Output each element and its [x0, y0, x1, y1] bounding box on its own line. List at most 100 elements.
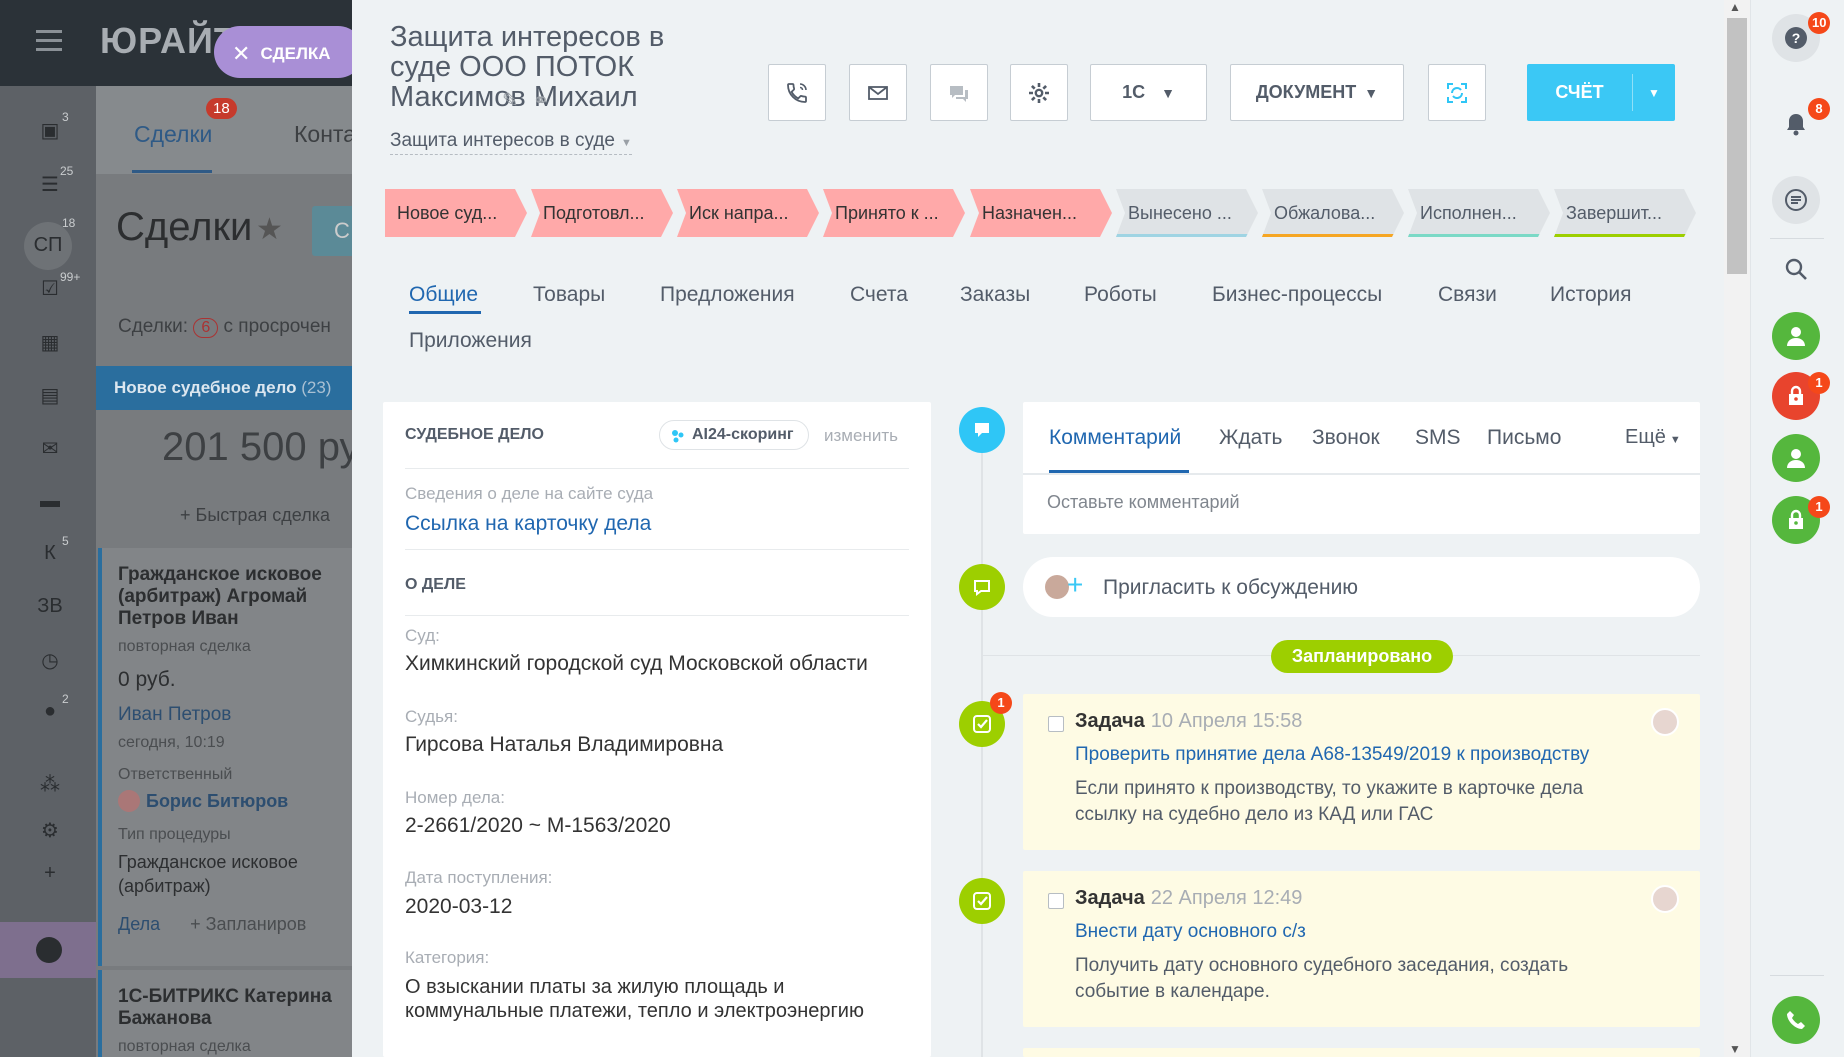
search-button[interactable] — [1772, 245, 1820, 293]
tab-products[interactable]: Товары — [533, 283, 605, 307]
bg-deal-card[interactable]: Гражданское исковое (арбитраж) Агромай П… — [98, 548, 360, 966]
check-circle-icon[interactable]: ● — [38, 700, 62, 724]
invite-discussion[interactable]: + Пригласить к обсуждению — [1023, 557, 1700, 617]
document-button[interactable]: ДОКУМЕНТ ▼ — [1230, 64, 1404, 121]
task-check-icon — [973, 892, 991, 910]
comment-input[interactable]: Оставьте комментарий — [1047, 492, 1240, 513]
stage-7[interactable]: Исполнен... — [1408, 189, 1550, 237]
editor-tab-comment[interactable]: Комментарий — [1049, 426, 1181, 450]
user-contact-1[interactable] — [1772, 312, 1820, 360]
svg-text:?: ? — [1792, 30, 1801, 46]
user-icon — [1787, 327, 1805, 346]
bg-quick-deal[interactable]: + Быстрая сделка — [180, 505, 330, 526]
user-contact-2[interactable] — [1772, 434, 1820, 482]
about-case-heading: О ДЕЛЕ — [405, 576, 466, 593]
tab-relations[interactable]: Связи — [1438, 283, 1497, 307]
avatar[interactable] — [1651, 885, 1679, 913]
invoice-button[interactable]: СЧЁТ ▼ — [1527, 64, 1675, 121]
tab-quotes[interactable]: Предложения — [660, 283, 795, 307]
stage-8[interactable]: Завершит... — [1554, 189, 1696, 237]
bg-tab-deals[interactable]: Сделки — [134, 121, 212, 148]
settings-button[interactable] — [1010, 64, 1068, 121]
tab-business-processes[interactable]: Бизнес-процессы — [1212, 283, 1382, 307]
tab-general[interactable]: Общие — [409, 283, 478, 307]
link-icon[interactable]: ⚭ — [532, 90, 549, 112]
tab-history[interactable]: История — [1550, 283, 1631, 307]
mail-icon[interactable]: ✉ — [38, 436, 62, 460]
tab-applications[interactable]: Приложения — [409, 329, 532, 353]
task-date: 10 Апреля 15:58 — [1150, 710, 1303, 732]
editor-tab-sms[interactable]: SMS — [1415, 426, 1461, 450]
star-icon[interactable]: ★ — [256, 212, 283, 247]
tab-robots[interactable]: Роботы — [1084, 283, 1157, 307]
lock-icon — [1789, 385, 1803, 405]
tab-orders[interactable]: Заказы — [960, 283, 1030, 307]
stage-label: Иск напра... — [689, 203, 789, 223]
tab-invoices[interactable]: Счета — [850, 283, 908, 307]
editor-tab-wait[interactable]: Ждать — [1219, 426, 1282, 450]
chats-button[interactable] — [1772, 176, 1820, 224]
scroll-up-arrow[interactable]: ▲ — [1729, 0, 1741, 14]
tasks-icon[interactable]: ▣ — [38, 118, 62, 142]
task-checkbox[interactable] — [1048, 893, 1064, 909]
task-title-link[interactable]: Проверить принятие дела А68-13549/2019 к… — [1075, 744, 1589, 766]
stage-1[interactable]: Подготовл... — [531, 189, 673, 237]
scan-button[interactable] — [1428, 64, 1486, 121]
bg-card-responsible[interactable]: Борис Битюров — [118, 790, 360, 812]
left-badge: 18 — [62, 216, 76, 230]
bg-tab-contacts[interactable]: Конта — [294, 121, 356, 148]
bg-card-actions-link[interactable]: Дела — [118, 914, 160, 934]
email-button[interactable] — [849, 64, 907, 121]
stage-3[interactable]: Принято к ... — [823, 189, 965, 237]
stage-5[interactable]: Вынесено ... — [1116, 189, 1258, 237]
task-title-link[interactable]: Внести дату основного с/з — [1075, 921, 1306, 943]
timeline-editor: Комментарий Ждать Звонок SMS Письмо Ещё ▼… — [1023, 402, 1700, 534]
plus-icon[interactable]: + — [38, 862, 62, 886]
editor-tab-more[interactable]: Ещё ▼ — [1625, 426, 1681, 449]
change-link[interactable]: изменить — [824, 426, 898, 446]
caret-down-icon: ▼ — [620, 137, 632, 149]
filter-icon[interactable]: ☰ — [38, 172, 62, 196]
ai-scoring-badge[interactable]: AI24-скоринг — [659, 420, 809, 450]
checkbox-icon[interactable]: ☑ — [38, 276, 62, 300]
envelope-icon — [868, 85, 888, 100]
scrollbar-thumb[interactable] — [1727, 18, 1747, 274]
left-badge: 5 — [62, 534, 69, 548]
chat-button[interactable] — [930, 64, 988, 121]
pencil-icon[interactable]: ✎ — [502, 90, 519, 112]
bg-filter-count[interactable]: 6 — [193, 318, 219, 338]
telephony-button[interactable] — [1772, 996, 1820, 1044]
bg-deal-card[interactable]: 1С-БИТРИКС Катерина Бажанова повторная с… — [98, 970, 360, 1057]
task-checkbox[interactable] — [1048, 716, 1064, 732]
left-menu-active-item[interactable] — [0, 922, 96, 978]
hamburger-icon[interactable] — [36, 30, 62, 52]
inbox-icon[interactable]: ▬ — [38, 490, 62, 514]
court-site-link[interactable]: Ссылка на карточку дела — [405, 512, 651, 536]
contact-card-icon[interactable]: ▤ — [38, 383, 62, 407]
stage-0[interactable]: Новое суд... — [385, 189, 527, 237]
sitemap-icon[interactable]: ⁂ — [38, 772, 62, 796]
left-item-k[interactable]: К — [38, 542, 62, 566]
stage-6[interactable]: Обжалова... — [1262, 189, 1404, 237]
stage-4[interactable]: Назначен... — [970, 189, 1112, 237]
stage-2[interactable]: Иск напра... — [677, 189, 819, 237]
field-value-judge: Гирсова Наталья Владимировна — [405, 733, 724, 756]
chevron-down-icon[interactable]: ▼ — [1633, 86, 1675, 100]
onec-button[interactable]: 1С ▼ — [1090, 64, 1207, 121]
bg-card-client[interactable]: Иван Петров — [118, 704, 360, 726]
bg-column-header: Новое судебное дело (23) — [96, 366, 360, 410]
deal-category-select[interactable]: Защита интересов в суде ▼ — [390, 130, 632, 155]
calendar-icon[interactable]: ▦ — [38, 330, 62, 354]
avatar[interactable] — [1651, 708, 1679, 736]
editor-tab-letter[interactable]: Письмо — [1487, 426, 1561, 450]
task-item — [1023, 1048, 1700, 1057]
bg-card-planned[interactable]: + Запланиров — [190, 914, 306, 934]
call-button[interactable] — [768, 64, 826, 121]
planned-label: Запланировано — [1271, 640, 1453, 673]
scroll-down-arrow[interactable]: ▼ — [1729, 1042, 1741, 1056]
close-deal-pill[interactable]: ✕ СДЕЛКА — [214, 26, 364, 78]
clock-icon[interactable]: ◷ — [38, 648, 62, 672]
editor-tab-call[interactable]: Звонок — [1312, 426, 1380, 450]
gear-icon[interactable]: ⚙ — [38, 818, 62, 842]
left-item-zv[interactable]: ЗВ — [32, 595, 68, 619]
